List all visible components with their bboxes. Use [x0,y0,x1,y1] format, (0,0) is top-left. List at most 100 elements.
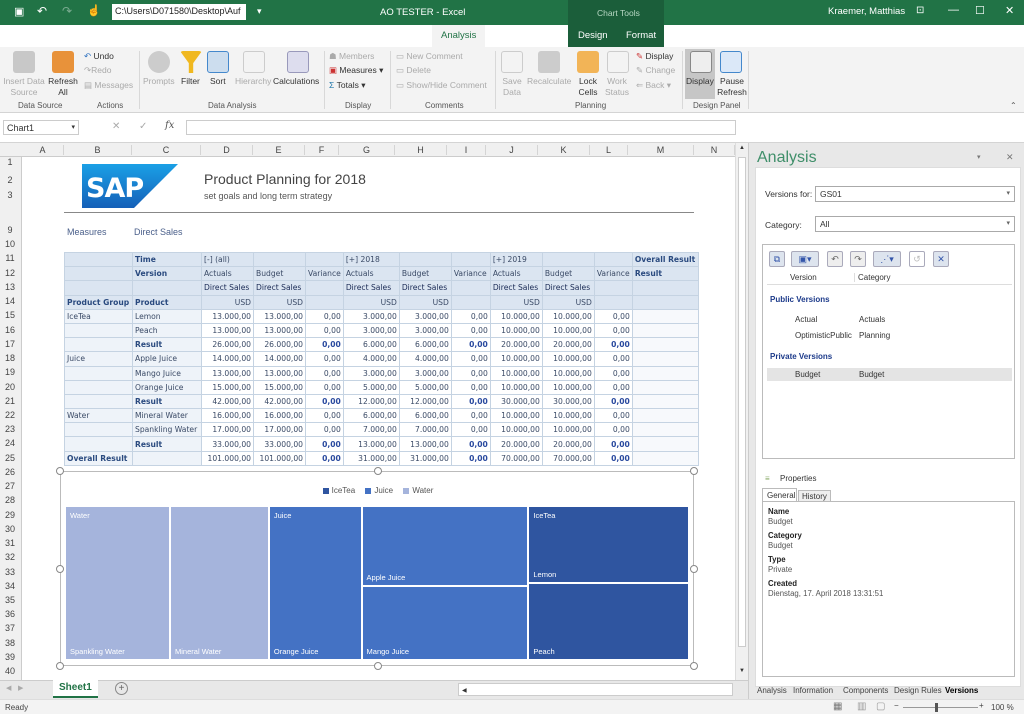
row-label-cell[interactable] [64,322,133,339]
row-header-38[interactable]: 38 [0,638,20,648]
value-cell[interactable]: 10.000,00 [541,308,595,324]
value-cell[interactable] [631,365,699,381]
row-label-cell[interactable]: Mango Juice [132,365,202,381]
minimize-icon[interactable]: — [948,4,959,16]
maximize-icon[interactable]: ☐ [975,4,985,17]
scroll-down-icon[interactable]: ▼ [739,668,745,674]
value-cell[interactable]: 42.000,00 [201,393,254,410]
value-cell[interactable]: 17.000,00 [253,422,306,438]
row-header-32[interactable]: 32 [0,552,20,562]
lock-cells-button[interactable]: Lock Cells [575,76,601,98]
zoom-slider[interactable] [903,707,978,708]
value-cell[interactable] [631,422,699,438]
redo-button[interactable]: ↷Redo [84,65,111,76]
value-cell[interactable] [631,393,699,410]
row-header-34[interactable]: 34 [0,581,20,591]
value-cell[interactable]: 0,00 [305,351,344,367]
value-cell[interactable]: 0,00 [593,436,633,452]
row-label-cell[interactable] [64,393,133,410]
row-label-cell[interactable]: Juice [64,351,133,367]
value-cell[interactable] [631,322,699,339]
header-cell[interactable]: Product Group [64,294,133,310]
value-cell[interactable]: 4.000,00 [342,351,400,367]
row-header-18[interactable]: 18 [0,353,20,363]
value-cell[interactable]: 13.000,00 [398,436,452,452]
insert-function-icon[interactable]: fx [165,120,174,131]
header-cell[interactable]: USD [489,294,543,310]
row-header-12[interactable]: 12 [0,268,20,278]
value-cell[interactable] [631,436,699,452]
value-cell[interactable]: 0,00 [450,322,491,339]
change-button[interactable]: ✎ Change [636,65,675,76]
header-cell[interactable]: [+] 2018 [342,251,400,268]
reset-version-icon[interactable]: ↺ [909,251,925,267]
treemap-tile-spankling-water[interactable]: Water Spankling Water [65,506,171,660]
category-select[interactable]: All ▾ [815,216,1015,232]
panel-close-icon[interactable]: ✕ [1006,152,1014,163]
value-cell[interactable]: 0,00 [450,450,491,466]
value-cell[interactable]: 0,00 [450,379,491,395]
copy-version-icon[interactable]: ⧉ [769,251,785,267]
header-cell[interactable] [450,294,491,310]
row-label-cell[interactable]: Water [64,408,133,424]
touch-mode-icon[interactable]: ☝ [87,4,101,17]
row-label-cell[interactable] [64,337,133,353]
resize-handle[interactable] [690,467,698,475]
row-header-39[interactable]: 39 [0,652,20,662]
header-cell[interactable]: Budget [398,266,452,282]
header-cell[interactable] [64,280,133,296]
header-cell[interactable]: Direct Sales [342,280,400,296]
page-break-view-icon[interactable]: ▢ [876,701,885,712]
column-header-j[interactable]: J [486,145,538,155]
value-cell[interactable]: 0,00 [305,436,344,452]
value-cell[interactable]: 0,00 [450,365,491,381]
row-header-24[interactable]: 24 [0,438,20,448]
header-cell[interactable] [305,251,344,268]
value-cell[interactable]: 16.000,00 [201,408,254,424]
value-cell[interactable]: 0,00 [305,422,344,438]
panel-options-icon[interactable]: ▾ [977,153,981,161]
row-header-19[interactable]: 19 [0,367,20,377]
display-button[interactable]: Display [686,76,714,86]
treemap-tile-mineral-water[interactable]: Mineral Water [170,506,269,660]
value-cell[interactable]: 13.000,00 [253,365,306,381]
row-header-17[interactable]: 17 [0,339,20,349]
value-cell[interactable]: 6.000,00 [342,337,400,353]
hierarchy-button[interactable]: Hierarchy [235,76,271,86]
save-data-button[interactable]: Save Data [498,76,526,98]
tab-home[interactable]: Home [56,30,81,41]
value-cell[interactable]: 3.000,00 [398,365,452,381]
value-cell[interactable]: 0,00 [450,436,491,452]
value-cell[interactable]: 10.000,00 [541,351,595,367]
row-label-cell[interactable] [64,379,133,395]
selected-version-row[interactable]: Budget Budget [767,368,1012,381]
value-cell[interactable]: 0,00 [305,365,344,381]
value-cell[interactable]: 20.000,00 [541,436,595,452]
row-label-cell[interactable]: Overall Result [64,450,133,466]
col-category-header[interactable]: Category [854,273,890,282]
row-label-cell[interactable] [64,365,133,381]
row-header-36[interactable]: 36 [0,609,20,619]
version-category[interactable]: Actuals [859,315,885,324]
version-category[interactable]: Planning [859,331,890,340]
value-cell[interactable]: 20.000,00 [489,436,543,452]
value-cell[interactable]: 10.000,00 [489,379,543,395]
zoom-slider-thumb[interactable] [935,703,938,712]
value-cell[interactable]: 0,00 [593,450,633,466]
header-cell[interactable] [593,251,633,268]
header-cell[interactable] [593,294,633,310]
value-cell[interactable]: 0,00 [593,379,633,395]
scroll-thumb[interactable] [738,157,746,647]
value-cell[interactable]: 10.000,00 [489,408,543,424]
row-label-cell[interactable]: Orange Juice [132,379,202,395]
row-label-cell[interactable]: Result [132,393,202,410]
row-header-22[interactable]: 22 [0,410,20,420]
value-cell[interactable]: 0,00 [450,422,491,438]
value-cell[interactable]: 0,00 [593,337,633,353]
value-cell[interactable]: 0,00 [593,422,633,438]
row-header-21[interactable]: 21 [0,396,20,406]
display-planning-button[interactable]: ✎ Display [636,51,673,62]
row-header-2[interactable]: 2 [0,175,20,185]
column-header-f[interactable]: F [305,145,339,155]
value-cell[interactable] [631,351,699,367]
